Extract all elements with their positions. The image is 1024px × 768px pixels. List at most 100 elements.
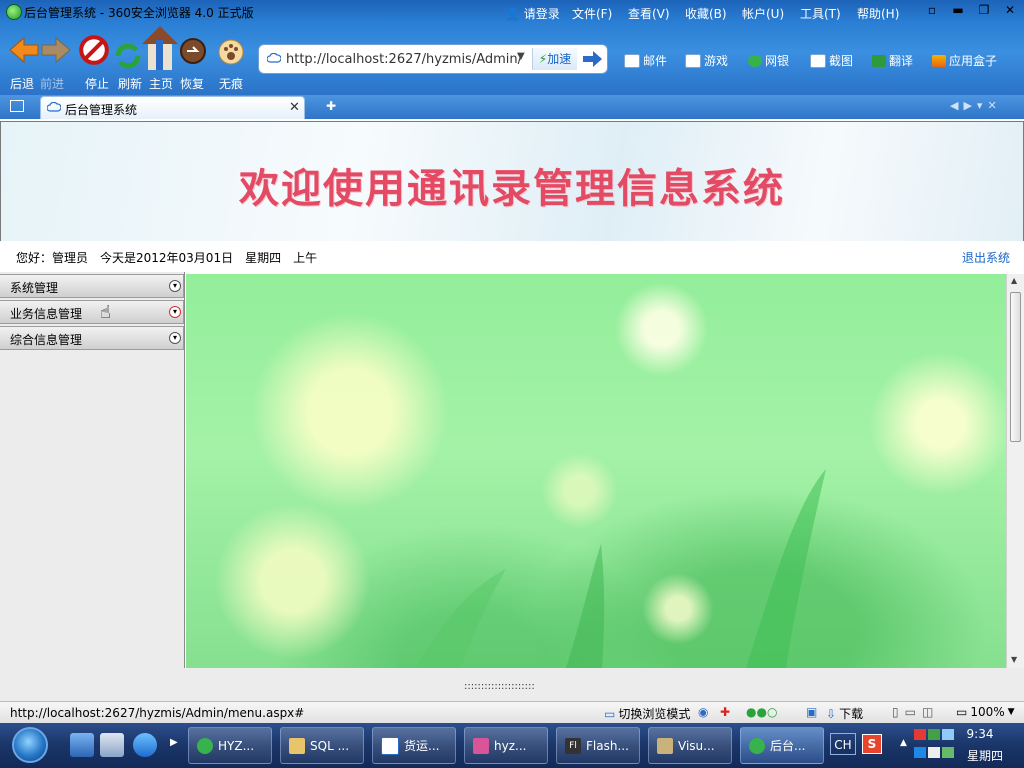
header-banner: 欢迎使用通讯录管理信息系统 [0, 121, 1024, 242]
restore-button-label[interactable]: 恢复 [180, 75, 204, 92]
tool-mail[interactable]: 邮件 [624, 52, 667, 69]
volume-icon[interactable] [928, 747, 940, 758]
status-url: http://localhost:2627/hyzmis/Admin/menu.… [10, 706, 305, 720]
vertical-scrollbar[interactable]: ▲ ▼ [1006, 274, 1024, 668]
zoom-control[interactable]: ▭ 100% ▼ [956, 705, 1015, 719]
show-desktop-icon[interactable] [70, 733, 94, 757]
translate-icon [872, 54, 886, 67]
status-tool-icons[interactable]: ▯▭◫ [892, 705, 939, 719]
security-icon[interactable]: ✚ [720, 705, 730, 719]
mode-switch-button[interactable]: ▭ 切换浏览模式 [604, 705, 690, 722]
tool-appbox[interactable]: 应用盒子 [932, 52, 997, 69]
game-icon [685, 53, 701, 68]
visual-studio-icon [657, 737, 673, 754]
restore-small-icon[interactable]: ▫ [924, 3, 940, 17]
login-link[interactable]: 👤 请登录 [505, 5, 560, 22]
frame-splitter[interactable]: ::::::::::::::::::::: [0, 668, 1024, 701]
scroll-down-icon[interactable]: ▼ [1011, 655, 1017, 664]
banner-title: 欢迎使用通讯录管理信息系统 [239, 165, 785, 212]
sidebar-item-system-management[interactable]: 系统管理 ▾ [0, 274, 184, 298]
address-bar[interactable]: http://localhost:2627/hyzmis/Admin/... ▼… [258, 44, 608, 74]
clock-day[interactable]: 星期四 [955, 747, 1015, 764]
home-icon[interactable] [140, 22, 180, 74]
new-tab-icon[interactable]: ✚ [326, 99, 336, 113]
network-icon[interactable] [942, 729, 954, 740]
main-content-frame [186, 274, 1006, 668]
tab-active[interactable]: 后台管理系统 ✕ [40, 96, 305, 119]
appbox-icon [932, 54, 946, 67]
forward-arrow-icon[interactable] [40, 30, 72, 70]
url-text[interactable]: http://localhost:2627/hyzmis/Admin/... [286, 52, 521, 67]
toggle-icon[interactable]: ●●○ [746, 705, 777, 719]
home-button-label[interactable]: 主页 [149, 75, 173, 92]
tool-translate[interactable]: 翻译 [872, 52, 913, 69]
menu-favorites[interactable]: 收藏(B) [685, 5, 727, 22]
tool-banking[interactable]: 网银 [748, 52, 789, 69]
close-icon[interactable]: ✕ [1002, 3, 1018, 17]
ime-sogou-icon[interactable]: S [862, 734, 882, 754]
grass-background-image [416, 469, 826, 668]
tab-title: 后台管理系统 [65, 103, 138, 117]
sidebar-item-business-info[interactable]: 业务信息管理 ▾ [0, 300, 184, 324]
start-button[interactable] [12, 727, 48, 763]
taskbar-item-hyz-folder[interactable]: hyz... [464, 727, 548, 764]
clock-time[interactable]: 9:34 [955, 727, 1005, 741]
scissors-icon [810, 53, 826, 68]
cloud-icon [267, 53, 281, 63]
stop-icon[interactable] [78, 30, 110, 70]
forward-button-label[interactable]: 前进 [40, 75, 64, 92]
flash-icon: Fl [565, 737, 581, 754]
tab-scroll-controls[interactable]: ◀▶▾✕ [950, 99, 1002, 112]
tray-app-icon[interactable] [914, 729, 926, 740]
taskbar-item-visual-studio[interactable]: Visu... [648, 727, 732, 764]
taskbar-item-hyz-browser[interactable]: HYZ... [188, 727, 272, 764]
incognito-button-label[interactable]: 无痕 [219, 75, 243, 92]
taskbar-item-admin-page[interactable]: 后台... [740, 727, 824, 764]
taskbar-item-sql[interactable]: SQL ... [280, 727, 364, 764]
splitter-handle[interactable]: ::::::::::::::::::::: [464, 681, 535, 692]
taskbar-item-freight-doc[interactable]: 货运... [372, 727, 456, 764]
download-button[interactable]: ⇩ 下载 [826, 705, 863, 722]
language-indicator[interactable]: CH [830, 733, 856, 755]
tray-expand-icon[interactable]: ▲ [900, 738, 907, 748]
tab-close-icon[interactable]: ✕ [289, 100, 300, 115]
url-dropdown-icon[interactable]: ▼ [517, 51, 525, 62]
menu-view[interactable]: 查看(V) [628, 5, 670, 22]
refresh-icon[interactable] [114, 40, 142, 72]
incognito-paw-icon[interactable] [218, 38, 244, 66]
logout-link[interactable]: 退出系统 [962, 249, 1010, 266]
tray-app-icon[interactable] [928, 729, 940, 740]
menu-file[interactable]: 文件(F) [572, 5, 612, 22]
browser-quicklaunch-icon[interactable] [100, 733, 124, 757]
expand-icon: ▾ [169, 332, 181, 344]
taskbar-item-flash[interactable]: Fl Flash... [556, 727, 640, 764]
tool-games[interactable]: 游戏 [685, 52, 728, 69]
menu-account[interactable]: 帐户(U) [742, 5, 784, 22]
tool-screenshot[interactable]: 截图 [810, 52, 853, 69]
restore-icon[interactable] [178, 36, 208, 66]
back-button-label[interactable]: 后退 [10, 75, 34, 92]
window-icon[interactable]: ▣ [806, 705, 817, 719]
ie-quicklaunch-icon[interactable] [133, 733, 157, 757]
stop-button-label[interactable]: 停止 [85, 75, 109, 92]
status-bar: http://localhost:2627/hyzmis/Admin/menu.… [0, 701, 1024, 723]
tray-app-icon[interactable] [914, 747, 926, 758]
hand-cursor-icon: ☝ [100, 302, 111, 323]
menu-tools[interactable]: 工具(T) [800, 5, 841, 22]
ie-engine-icon[interactable]: ◉ [698, 705, 708, 719]
cloud-icon [47, 102, 61, 112]
tab-list-icon[interactable] [10, 100, 24, 112]
quicklaunch-expand-icon[interactable]: ▶ [170, 737, 178, 748]
maximize-icon[interactable]: ❐ [976, 3, 992, 17]
refresh-button-label[interactable]: 刷新 [118, 75, 142, 92]
menu-help[interactable]: 帮助(H) [857, 5, 899, 22]
back-arrow-icon[interactable] [8, 30, 40, 70]
tray-app-icon[interactable] [942, 747, 954, 758]
scroll-thumb[interactable] [1010, 292, 1021, 442]
sidebar-item-general-info[interactable]: 综合信息管理 ▾ [0, 326, 184, 350]
minimize-icon[interactable]: ▬ [950, 3, 966, 17]
scroll-up-icon[interactable]: ▲ [1011, 276, 1017, 285]
lightning-icon: ⚡ [538, 52, 548, 66]
speed-button[interactable]: ⚡加速 [532, 48, 577, 70]
go-arrow-icon[interactable] [579, 48, 605, 70]
